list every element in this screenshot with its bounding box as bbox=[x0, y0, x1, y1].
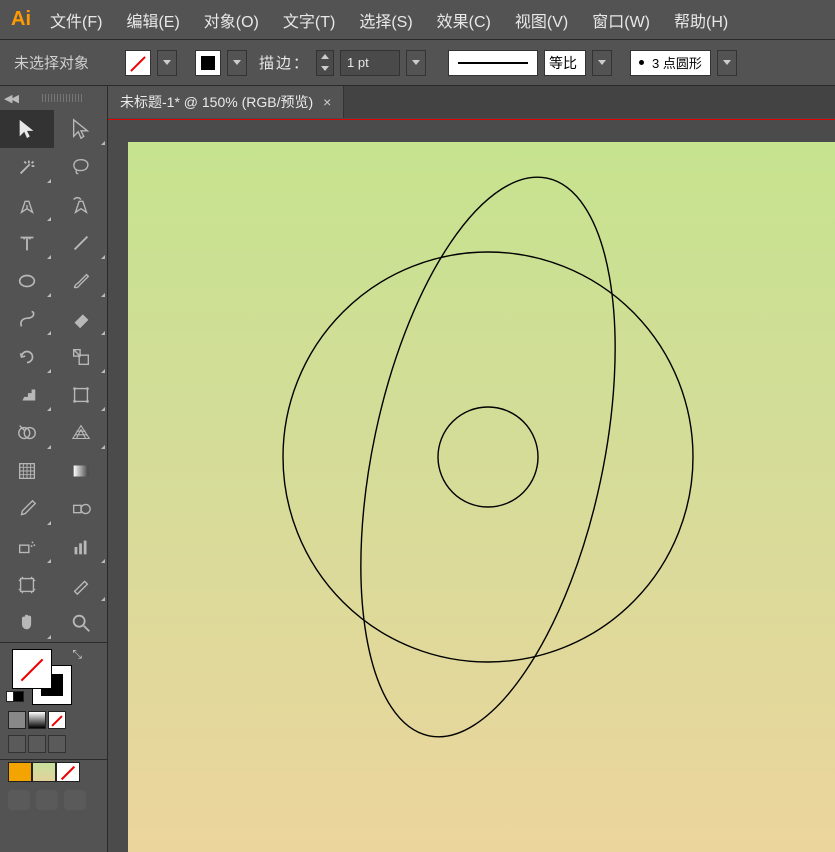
swatch-orange[interactable] bbox=[8, 762, 32, 782]
stroke-dropdown[interactable] bbox=[227, 50, 247, 76]
menu-view[interactable]: 视图(V) bbox=[503, 2, 580, 38]
brush-definition[interactable]: 3 点圆形 bbox=[630, 50, 711, 76]
canvas[interactable] bbox=[108, 122, 835, 852]
screen-mode-button[interactable] bbox=[8, 790, 30, 810]
close-tab-icon[interactable]: × bbox=[323, 94, 331, 110]
stroke-profile-label: 等比 bbox=[544, 50, 586, 76]
perspective-grid-tool[interactable] bbox=[54, 414, 108, 452]
fill-stroke-indicator[interactable]: ⤡ bbox=[0, 643, 107, 707]
document-area: 未标题-1* @ 150% (RGB/预览) × bbox=[108, 86, 835, 852]
collapse-chevrons-icon: ◀◀ bbox=[4, 92, 17, 105]
ellipse-tool[interactable] bbox=[0, 262, 54, 300]
stroke-weight-stepper[interactable] bbox=[316, 50, 334, 76]
pen-tool[interactable] bbox=[0, 186, 54, 224]
chevron-down-icon bbox=[412, 60, 420, 65]
swatch-none[interactable] bbox=[56, 762, 80, 782]
free-transform-tool[interactable] bbox=[54, 376, 108, 414]
stroke-swatch[interactable] bbox=[195, 50, 221, 76]
document-tab[interactable]: 未标题-1* @ 150% (RGB/预览) × bbox=[108, 86, 344, 118]
tools-panel: ◀◀ bbox=[0, 86, 108, 852]
app-logo: Ai bbox=[4, 4, 38, 36]
panel-grip[interactable] bbox=[21, 94, 103, 102]
column-graph-tool[interactable] bbox=[54, 528, 108, 566]
color-mode-solid[interactable] bbox=[8, 711, 26, 729]
stroke-profile[interactable] bbox=[448, 50, 538, 76]
draw-inside[interactable] bbox=[48, 735, 66, 753]
fill-dropdown[interactable] bbox=[157, 50, 177, 76]
stroke-weight-value: 1 pt bbox=[347, 55, 369, 70]
ratio-label: 等比 bbox=[549, 53, 581, 73]
chevron-down-icon bbox=[321, 66, 329, 71]
type-tool[interactable] bbox=[0, 224, 54, 262]
zoom-tool[interactable] bbox=[54, 604, 108, 642]
eraser-tool[interactable] bbox=[54, 300, 108, 338]
stroke-profile-dropdown[interactable] bbox=[592, 50, 612, 76]
chevron-down-icon bbox=[163, 60, 171, 65]
eyedropper-tool[interactable] bbox=[0, 490, 54, 528]
menu-window[interactable]: 窗口(W) bbox=[580, 2, 662, 38]
magic-wand-tool[interactable] bbox=[0, 148, 54, 186]
color-mode-gradient[interactable] bbox=[28, 711, 46, 729]
artboard[interactable] bbox=[128, 142, 835, 852]
chevron-up-icon bbox=[321, 54, 329, 59]
color-mode-none[interactable] bbox=[48, 711, 66, 729]
default-fill-stroke-icon[interactable] bbox=[6, 687, 24, 705]
selection-tool[interactable] bbox=[0, 110, 54, 148]
swap-fill-stroke-icon[interactable]: ⤡ bbox=[72, 647, 82, 662]
curvature-tool[interactable] bbox=[54, 186, 108, 224]
menu-edit[interactable]: 编辑(E) bbox=[114, 2, 191, 38]
fill-swatch[interactable] bbox=[125, 50, 151, 76]
paintbrush-tool[interactable] bbox=[54, 262, 108, 300]
menu-bar: Ai 文件(F) 编辑(E) 对象(O) 文字(T) 选择(S) 效果(C) 视… bbox=[0, 0, 835, 40]
selection-status: 未选择对象 bbox=[8, 52, 95, 73]
panel-header[interactable]: ◀◀ bbox=[0, 86, 107, 110]
draw-behind[interactable] bbox=[28, 735, 46, 753]
fill-indicator[interactable] bbox=[12, 649, 52, 689]
menu-effect[interactable]: 效果(C) bbox=[425, 2, 503, 38]
menu-select[interactable]: 选择(S) bbox=[347, 2, 424, 38]
gradient-tool[interactable] bbox=[54, 452, 108, 490]
stroke-weight-field[interactable]: 1 pt bbox=[340, 50, 400, 76]
artwork bbox=[128, 142, 835, 852]
brush-definition-label: 3 点圆形 bbox=[652, 53, 702, 72]
chevron-down-icon bbox=[598, 60, 606, 65]
artboard-tool[interactable] bbox=[0, 566, 54, 604]
draw-normal[interactable] bbox=[8, 735, 26, 753]
slice-tool[interactable] bbox=[54, 566, 108, 604]
line-segment-tool[interactable] bbox=[54, 224, 108, 262]
lasso-tool[interactable] bbox=[54, 148, 108, 186]
dot-icon bbox=[639, 60, 644, 65]
app-logo-text: Ai bbox=[11, 8, 31, 31]
chevron-down-icon bbox=[723, 60, 731, 65]
screen-mode-button-3[interactable] bbox=[64, 790, 86, 810]
shape-builder-tool[interactable] bbox=[0, 414, 54, 452]
pencil-tool[interactable] bbox=[0, 300, 54, 338]
mesh-tool[interactable] bbox=[0, 452, 54, 490]
stroke-label: 描边： bbox=[253, 52, 310, 73]
control-bar: 未选择对象 描边： 1 pt 等比 3 点圆形 bbox=[0, 40, 835, 86]
menu-help[interactable]: 帮助(H) bbox=[662, 2, 740, 38]
menu-file[interactable]: 文件(F) bbox=[38, 2, 114, 38]
direct-selection-tool[interactable] bbox=[54, 110, 108, 148]
width-tool[interactable] bbox=[0, 376, 54, 414]
hand-tool[interactable] bbox=[0, 604, 54, 642]
document-tab-title: 未标题-1* @ 150% (RGB/预览) bbox=[120, 92, 313, 112]
scale-tool[interactable] bbox=[54, 338, 108, 376]
symbol-sprayer-tool[interactable] bbox=[0, 528, 54, 566]
stroke-weight-dropdown[interactable] bbox=[406, 50, 426, 76]
document-tabs: 未标题-1* @ 150% (RGB/预览) × bbox=[108, 86, 835, 118]
chevron-down-icon bbox=[233, 60, 241, 65]
screen-mode-button-2[interactable] bbox=[36, 790, 58, 810]
menu-object[interactable]: 对象(O) bbox=[192, 2, 271, 38]
rotate-tool[interactable] bbox=[0, 338, 54, 376]
swatch-gradient[interactable] bbox=[32, 762, 56, 782]
menu-type[interactable]: 文字(T) bbox=[271, 2, 347, 38]
blend-tool[interactable] bbox=[54, 490, 108, 528]
brush-definition-dropdown[interactable] bbox=[717, 50, 737, 76]
